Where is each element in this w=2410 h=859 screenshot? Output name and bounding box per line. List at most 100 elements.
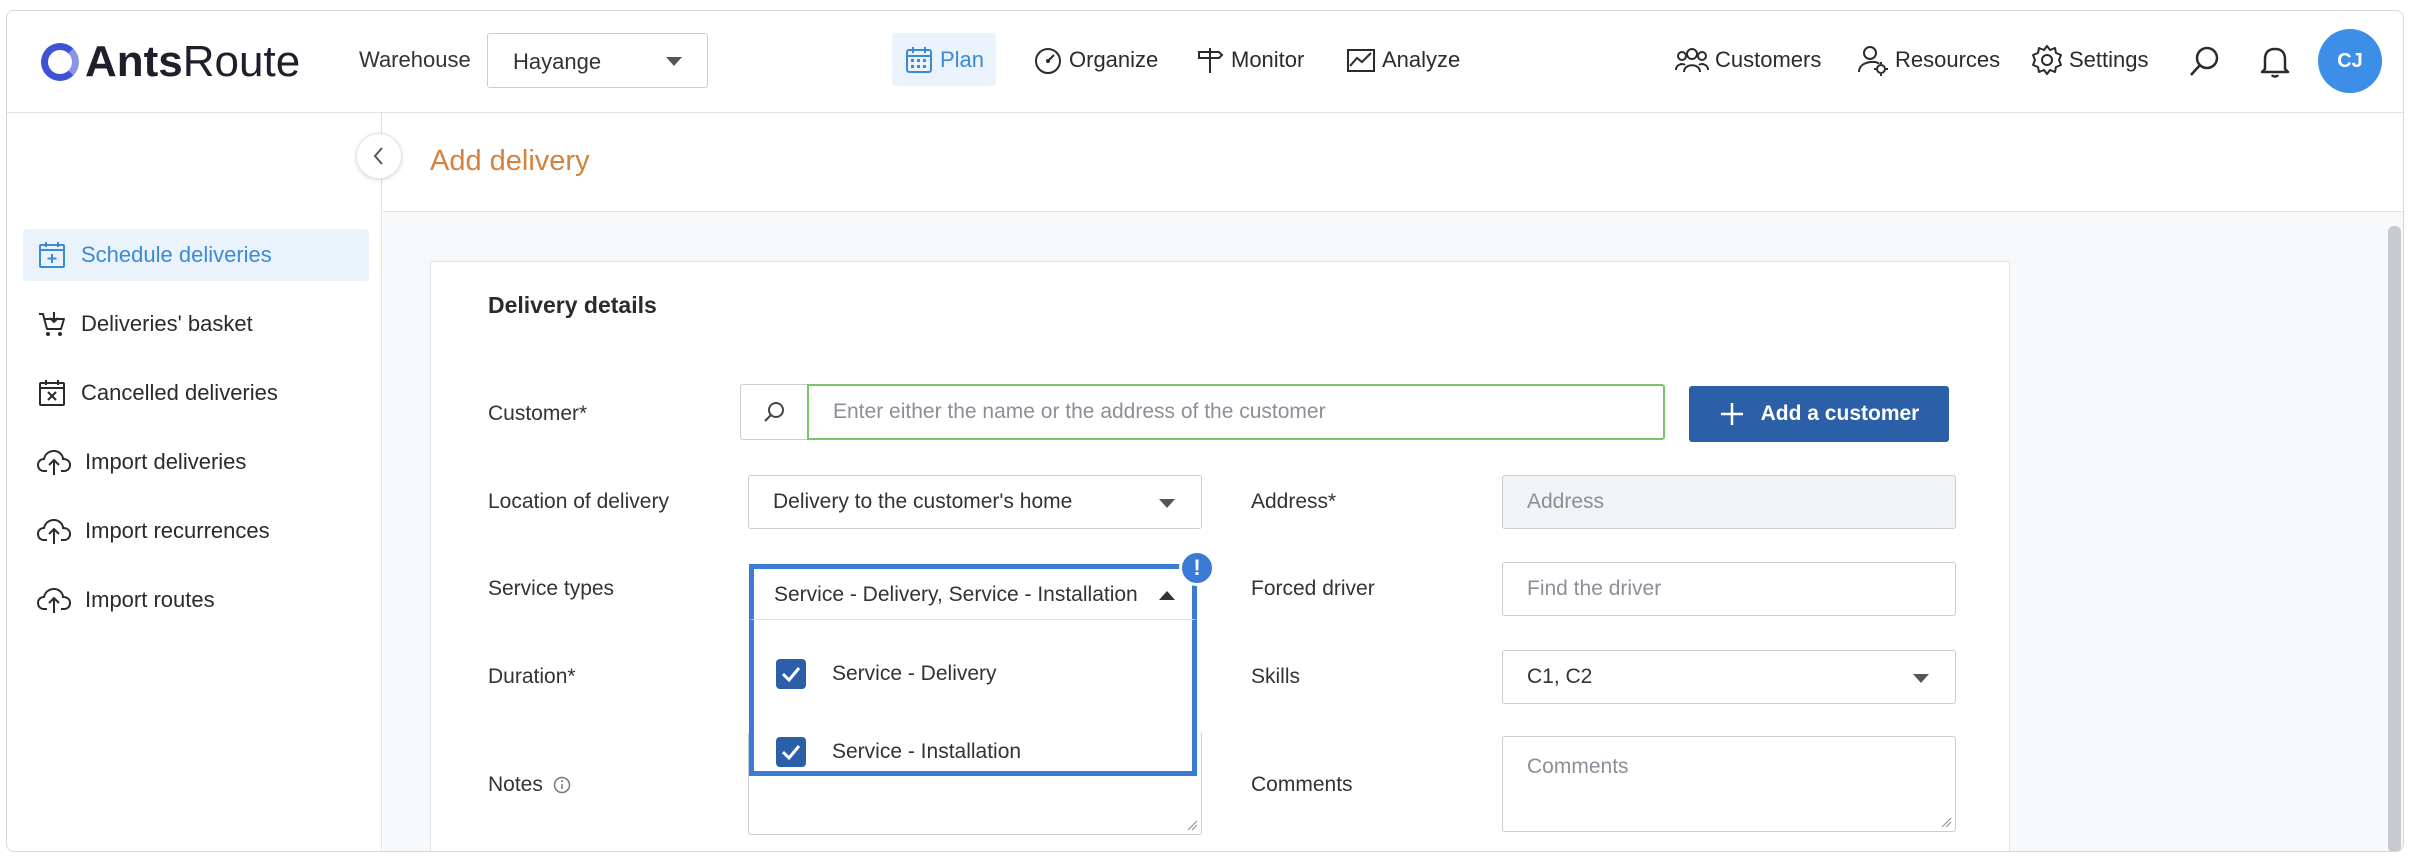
forced-driver-label: Forced driver — [1251, 577, 1375, 600]
sidebar-item-label: Cancelled deliveries — [81, 380, 278, 405]
chevron-down-icon — [1913, 674, 1929, 683]
brand-strong: Ants — [85, 37, 183, 86]
gear-icon — [2032, 44, 2062, 75]
skills-value: C1, C2 — [1527, 665, 1593, 688]
sidebar: Schedule deliveries Deliveries' basket C… — [7, 113, 382, 851]
gauge-icon — [1035, 47, 1061, 74]
warehouse-value: Hayange — [513, 49, 602, 74]
nav-plan[interactable]: Plan — [892, 33, 997, 86]
add-customer-button[interactable]: Add a customer — [1689, 386, 1949, 442]
cloud-upload-icon — [37, 449, 71, 475]
brand-light: Route — [182, 37, 301, 86]
top-header: Ants Route Warehouse Hayange Plan Organiz… — [7, 11, 2403, 113]
antsroute-logo[interactable]: Ants Route — [41, 37, 300, 87]
user-avatar[interactable]: CJ — [2318, 29, 2382, 93]
cloud-upload-icon — [37, 518, 71, 544]
service-option-label: Service - Installation — [832, 740, 1022, 763]
notifications-button[interactable] — [2253, 39, 2297, 83]
search-icon — [764, 402, 784, 422]
service-types-select[interactable]: Service - Delivery, Service - Installati… — [749, 564, 1197, 620]
nav-analyze[interactable]: Analyze — [1334, 33, 1472, 86]
sidebar-item-import-deliveries[interactable]: Import deliveries — [23, 436, 369, 488]
comments-label: Comments — [1251, 773, 1353, 796]
chart-icon — [1347, 48, 1375, 72]
address-label: Address* — [1251, 490, 1337, 513]
cloud-upload-icon — [37, 587, 71, 613]
nav-resources[interactable]: Resources — [1845, 33, 2012, 86]
basket-icon — [39, 312, 65, 336]
service-option-label: Service - Delivery — [832, 662, 997, 685]
info-icon[interactable] — [553, 776, 571, 794]
notes-label-wrap: Notes — [488, 773, 571, 797]
resources-icon — [1858, 45, 1888, 76]
nav-customers-label: Customers — [1715, 46, 1822, 72]
app-window: Ants Route Warehouse Hayange Plan Organiz… — [6, 10, 2404, 852]
sidebar-item-cancelled-deliveries[interactable]: Cancelled deliveries — [23, 367, 369, 419]
sidebar-item-label: Import recurrences — [85, 518, 270, 543]
customers-icon — [1675, 47, 1709, 72]
nav-monitor[interactable]: Monitor — [1183, 33, 1316, 86]
forced-driver-input[interactable]: Find the driver — [1502, 562, 1956, 616]
sidebar-item-import-routes[interactable]: Import routes — [23, 574, 369, 626]
notes-label: Notes — [488, 773, 543, 796]
section-title: Delivery details — [488, 292, 657, 318]
service-types-dropdown: Service - Delivery Service - Installatio… — [749, 619, 1197, 776]
nav-monitor-label: Monitor — [1231, 46, 1305, 72]
comments-placeholder: Comments — [1527, 755, 1629, 778]
customer-search-input[interactable]: Enter either the name or the address of … — [807, 384, 1665, 440]
page-title: Add delivery — [430, 145, 590, 177]
customer-search-addon[interactable] — [740, 384, 807, 440]
search-icon — [2190, 46, 2219, 76]
location-value: Delivery to the customer's home — [773, 490, 1073, 513]
warehouse-select[interactable]: Hayange — [487, 33, 708, 88]
logo-ring-icon — [41, 43, 79, 81]
sidebar-item-label: Schedule deliveries — [81, 242, 272, 267]
resize-handle-icon[interactable] — [1940, 816, 1952, 828]
add-customer-label: Add a customer — [1760, 402, 1920, 425]
resize-handle-icon[interactable] — [1186, 819, 1198, 831]
calendar-plus-icon — [39, 242, 65, 268]
service-option-delivery[interactable]: Service - Delivery — [776, 654, 997, 694]
service-types-label: Service types — [488, 577, 615, 600]
customer-label: Customer* — [488, 402, 588, 425]
calendar-x-icon — [39, 380, 65, 406]
chevron-up-icon — [1159, 591, 1175, 600]
sidebar-item-schedule-deliveries[interactable]: Schedule deliveries — [23, 229, 369, 281]
address-input[interactable]: Address — [1502, 475, 1956, 529]
sidebar-item-label: Deliveries' basket — [81, 311, 253, 336]
warehouse-label: Warehouse — [359, 47, 471, 72]
nav-resources-label: Resources — [1895, 46, 2001, 72]
chevron-left-icon — [373, 147, 383, 165]
chevron-down-icon — [666, 57, 682, 66]
location-label: Location of delivery — [488, 490, 669, 513]
bell-icon — [2260, 47, 2290, 78]
search-button[interactable] — [2183, 39, 2227, 83]
sidebar-item-label: Import routes — [85, 587, 215, 612]
plus-icon — [1720, 403, 1743, 425]
scrollbar-thumb[interactable] — [2388, 226, 2401, 851]
sidebar-item-label: Import deliveries — [85, 449, 247, 474]
service-option-installation[interactable]: Service - Installation — [776, 732, 1021, 772]
nav-settings-label: Settings — [2069, 46, 2149, 72]
alert-badge-icon: ! — [1179, 550, 1215, 586]
nav-plan-label: Plan — [940, 46, 985, 72]
nav-settings[interactable]: Settings — [2019, 33, 2161, 86]
service-types-value: Service - Delivery, Service - Installati… — [774, 582, 1138, 606]
nav-organize[interactable]: Organize — [1021, 33, 1170, 86]
checkbox-checked-icon[interactable] — [776, 737, 806, 767]
skills-select[interactable]: C1, C2 — [1502, 650, 1956, 704]
location-select[interactable]: Delivery to the customer's home — [748, 475, 1202, 529]
sidebar-item-import-recurrences[interactable]: Import recurrences — [23, 505, 369, 557]
skills-label: Skills — [1251, 665, 1301, 688]
duration-label: Duration* — [488, 665, 576, 688]
chevron-down-icon — [1159, 499, 1175, 508]
main-scrollbar[interactable] — [2388, 226, 2401, 851]
checkbox-checked-icon[interactable] — [776, 659, 806, 689]
calendar-icon — [906, 46, 932, 73]
nav-customers[interactable]: Customers — [1663, 33, 1833, 86]
delivery-details-card: Delivery details Customer* Enter either … — [430, 261, 2010, 851]
nav-analyze-label: Analyze — [1382, 46, 1461, 72]
sidebar-collapse-button[interactable] — [356, 133, 402, 179]
comments-textarea[interactable]: Comments — [1502, 736, 1956, 832]
sidebar-item-deliveries-basket[interactable]: Deliveries' basket — [23, 298, 369, 350]
